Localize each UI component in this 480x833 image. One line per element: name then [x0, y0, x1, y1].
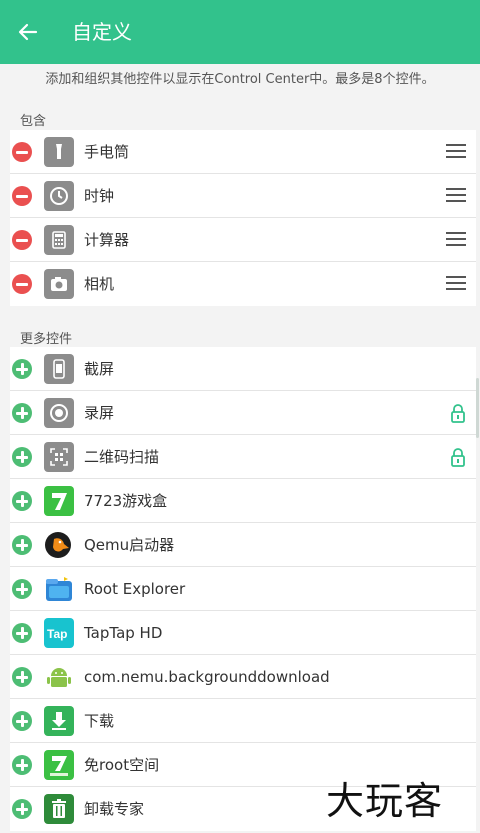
- item-label: 截屏: [84, 360, 115, 378]
- camera-icon: [44, 269, 74, 299]
- lock-icon: [451, 404, 465, 423]
- qr-scan-icon: [44, 442, 74, 472]
- drag-handle-icon[interactable]: [446, 232, 466, 248]
- list-item: Tap TapTap HD: [10, 611, 476, 655]
- list-item: 7723游戏盒: [10, 479, 476, 523]
- svg-text:Tap: Tap: [47, 627, 67, 641]
- remove-button[interactable]: [12, 186, 32, 206]
- remove-button[interactable]: [12, 142, 32, 162]
- add-button[interactable]: [12, 447, 32, 467]
- item-label: 7723游戏盒: [84, 492, 168, 510]
- flashlight-icon: [44, 137, 74, 167]
- list-item: 截屏: [10, 347, 476, 391]
- drag-handle-icon[interactable]: [446, 276, 466, 292]
- page-title: 自定义: [72, 20, 132, 44]
- list-item: 下载: [10, 699, 476, 743]
- remove-button[interactable]: [12, 230, 32, 250]
- drag-handle-icon[interactable]: [446, 144, 466, 160]
- item-label: 计算器: [84, 231, 130, 249]
- drag-handle-icon[interactable]: [446, 188, 466, 204]
- add-button[interactable]: [12, 359, 32, 379]
- item-label: 手电筒: [84, 143, 130, 161]
- item-label: Root Explorer: [84, 580, 186, 598]
- included-list: 手电筒 时钟 计算器 相机: [10, 130, 476, 306]
- add-button[interactable]: [12, 755, 32, 775]
- app-bar: 自定义: [0, 0, 480, 64]
- taptap-icon: Tap: [44, 618, 74, 648]
- list-item: com.nemu.backgrounddownload: [10, 655, 476, 699]
- add-button[interactable]: [12, 799, 32, 819]
- section-title-more: 更多控件: [20, 332, 73, 347]
- app-7-green-icon: [44, 750, 74, 780]
- item-label: com.nemu.backgrounddownload: [84, 668, 330, 686]
- list-item: 录屏: [10, 391, 476, 435]
- lock-icon: [451, 448, 465, 467]
- list-item: Root Explorer: [10, 567, 476, 611]
- item-label: 二维码扫描: [84, 448, 160, 466]
- add-button[interactable]: [12, 711, 32, 731]
- item-label: 时钟: [84, 187, 115, 205]
- add-button[interactable]: [12, 667, 32, 687]
- clock-icon: [44, 181, 74, 211]
- app-7723-icon: [44, 486, 74, 516]
- add-button[interactable]: [12, 623, 32, 643]
- list-item: Qemu启动器: [10, 523, 476, 567]
- watermark-logo: 大玩客: [326, 779, 444, 823]
- list-item: 相机: [10, 262, 476, 306]
- add-button[interactable]: [12, 403, 32, 423]
- list-item: 手电筒: [10, 130, 476, 174]
- more-list: 截屏 录屏 二维码扫描 7723游戏盒 Qemu启动器 Root Explore…: [10, 347, 476, 831]
- root-explorer-icon: [44, 574, 74, 604]
- list-item: 二维码扫描: [10, 435, 476, 479]
- calculator-icon: [44, 225, 74, 255]
- add-button[interactable]: [12, 491, 32, 511]
- remove-button[interactable]: [12, 274, 32, 294]
- android-icon: [44, 662, 74, 692]
- list-item: 计算器: [10, 218, 476, 262]
- item-label: 录屏: [84, 404, 115, 422]
- arrow-left-icon[interactable]: [16, 20, 40, 44]
- record-icon: [44, 398, 74, 428]
- qemu-icon: [44, 530, 74, 560]
- scroll-indicator[interactable]: [476, 378, 479, 438]
- item-label: 免root空间: [84, 756, 160, 774]
- item-label: 卸载专家: [84, 800, 145, 818]
- screenshot-icon: [44, 354, 74, 384]
- add-button[interactable]: [12, 535, 32, 555]
- add-button[interactable]: [12, 579, 32, 599]
- download-icon: [44, 706, 74, 736]
- list-item: 时钟: [10, 174, 476, 218]
- item-label: 相机: [84, 275, 115, 293]
- item-label: TapTap HD: [84, 624, 163, 642]
- description-text: 添加和组织其他控件以显示在Control Center中。最多是8个控件。: [45, 72, 435, 87]
- item-label: Qemu启动器: [84, 536, 175, 554]
- section-title-included: 包含: [20, 114, 47, 129]
- item-label: 下载: [84, 712, 115, 730]
- uninstall-icon: [44, 794, 74, 824]
